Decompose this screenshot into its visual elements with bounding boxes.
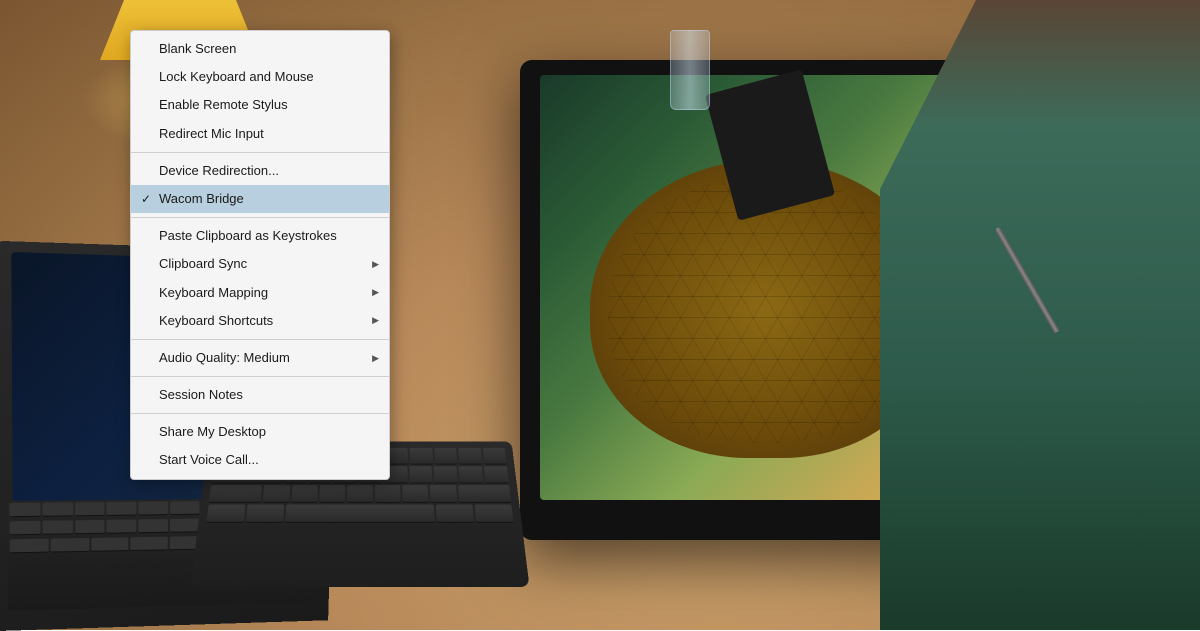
laptop-key (170, 519, 199, 533)
desk-key (319, 485, 345, 503)
laptop-key (107, 519, 137, 533)
spacebar-key (285, 505, 434, 523)
desk-key (263, 485, 290, 503)
laptop-key (10, 521, 41, 535)
checkmark-icon: ✓ (141, 191, 151, 208)
desk-key (430, 485, 457, 503)
menu-item-audio-quality[interactable]: Audio Quality: Medium (131, 344, 389, 372)
desk-key (434, 448, 458, 465)
desk-key (402, 485, 429, 503)
desk-key (209, 485, 262, 503)
menu-item-label: Start Voice Call... (159, 451, 259, 469)
context-menu: Blank Screen Lock Keyboard and Mouse Enabl… (130, 30, 390, 480)
menu-separator (131, 376, 389, 377)
menu-separator (131, 152, 389, 153)
turtle-shell (608, 175, 923, 443)
laptop-key (51, 538, 89, 553)
laptop-key (75, 502, 105, 516)
menu-item-start-voice-call[interactable]: Start Voice Call... (131, 446, 389, 474)
person-silhouette (880, 0, 1200, 630)
menu-item-keyboard-shortcuts[interactable]: Keyboard Shortcuts (131, 307, 389, 335)
menu-item-label: Share My Desktop (159, 423, 266, 441)
menu-item-label: Keyboard Shortcuts (159, 312, 273, 330)
desk-key (434, 466, 458, 483)
menu-item-label: Keyboard Mapping (159, 284, 268, 302)
desk-key (291, 485, 318, 503)
desk-key (484, 466, 509, 483)
menu-item-label: Clipboard Sync (159, 255, 247, 273)
menu-item-paste-clipboard[interactable]: Paste Clipboard as Keystrokes (131, 222, 389, 250)
menu-item-label: Enable Remote Stylus (159, 96, 288, 114)
laptop-key (42, 520, 72, 534)
laptop-key (42, 502, 72, 516)
laptop-key (9, 503, 40, 517)
menu-item-session-notes[interactable]: Session Notes (131, 381, 389, 409)
menu-item-blank-screen[interactable]: Blank Screen (131, 35, 389, 63)
menu-item-redirect-mic-input[interactable]: Redirect Mic Input (131, 120, 389, 148)
desk-key (409, 466, 433, 483)
desk-key (459, 466, 484, 483)
menu-item-label: Redirect Mic Input (159, 125, 264, 143)
laptop-key (138, 519, 168, 533)
menu-item-label: Wacom Bridge (159, 190, 244, 208)
menu-item-device-redirection[interactable]: Device Redirection... (131, 157, 389, 185)
desk-key (347, 485, 373, 503)
desk-key (436, 505, 474, 523)
menu-item-label: Session Notes (159, 386, 243, 404)
laptop-key (139, 501, 169, 515)
desk-key (475, 505, 514, 523)
desk-key (206, 505, 245, 523)
menu-separator (131, 217, 389, 218)
menu-item-enable-remote-stylus[interactable]: Enable Remote Stylus (131, 91, 389, 119)
menu-item-lock-keyboard-mouse[interactable]: Lock Keyboard and Mouse (131, 63, 389, 91)
menu-item-label: Device Redirection... (159, 162, 279, 180)
menu-item-share-desktop[interactable]: Share My Desktop (131, 418, 389, 446)
desk-key (409, 448, 432, 465)
laptop-key (91, 537, 129, 551)
glass-cup (670, 30, 710, 110)
menu-item-label: Paste Clipboard as Keystrokes (159, 227, 337, 245)
menu-item-label: Lock Keyboard and Mouse (159, 68, 314, 86)
menu-item-wacom-bridge[interactable]: ✓ Wacom Bridge (131, 185, 389, 213)
laptop-key (130, 537, 167, 551)
laptop-key (170, 501, 199, 515)
desk-key (458, 448, 482, 465)
laptop-key (10, 539, 49, 554)
menu-item-clipboard-sync[interactable]: Clipboard Sync (131, 250, 389, 278)
laptop-key (75, 520, 105, 534)
menu-item-label: Blank Screen (159, 40, 236, 58)
desk-key (458, 485, 511, 503)
laptop-key (107, 502, 137, 516)
menu-separator (131, 413, 389, 414)
menu-item-label: Audio Quality: Medium (159, 349, 290, 367)
desk-key (482, 448, 506, 465)
menu-item-keyboard-mapping[interactable]: Keyboard Mapping (131, 279, 389, 307)
menu-separator (131, 339, 389, 340)
desk-key (375, 485, 401, 503)
desk-key (246, 505, 284, 523)
